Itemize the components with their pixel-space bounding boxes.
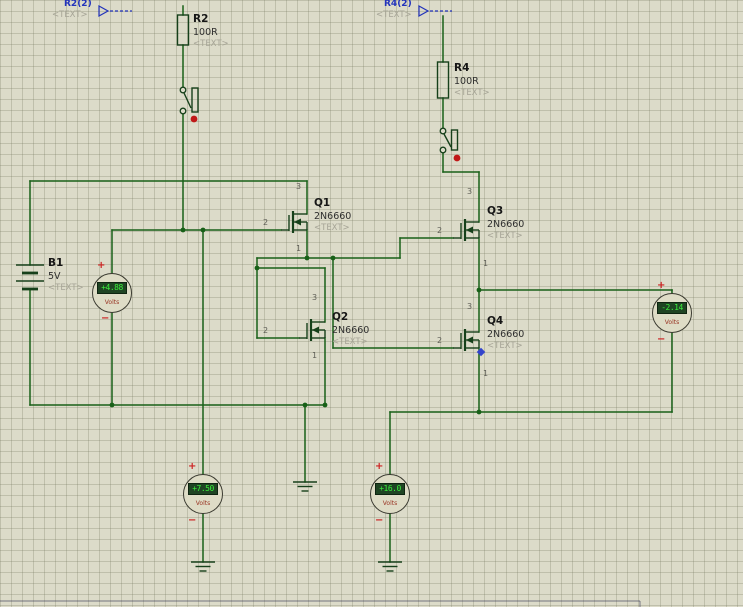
q1-pin-number: 2 [263, 218, 269, 227]
voltmeter-unit: Volts [104, 299, 120, 306]
q3-pin-number: 3 [467, 187, 473, 196]
ground-symbol[interactable] [377, 561, 403, 572]
voltmeter-unit: Volts [664, 319, 680, 326]
plus-terminal-mark: + [375, 461, 384, 472]
r2-value: 100R [193, 27, 218, 38]
probe-arrow-icon [98, 4, 110, 18]
voltage-probe-r2[interactable] [98, 4, 132, 18]
q1-value: 2N6660 [314, 211, 352, 222]
r4-ref: R4 [454, 62, 470, 74]
origin-marker [476, 347, 486, 357]
q1-ref: Q1 [314, 197, 331, 209]
probe-label-r2: R2(2) [64, 0, 92, 9]
minus-terminal-mark: − [375, 515, 384, 526]
resistor-r2-symbol[interactable] [176, 14, 190, 46]
junction-dot [476, 409, 482, 415]
q1-pin-number: 3 [296, 182, 302, 191]
q2-pin-number: 3 [312, 293, 318, 302]
switch-body[interactable] [450, 129, 459, 151]
minus-terminal-mark: − [188, 515, 197, 526]
r4-value: 100R [454, 76, 479, 87]
probe-label-r4: R4(2) [384, 0, 412, 9]
voltmeter-battery[interactable]: +4.88 Volts [92, 273, 132, 313]
q2-placeholder: <TEXT> [332, 337, 368, 347]
probe-placeholder: <TEXT> [52, 10, 88, 20]
ground-symbol[interactable] [292, 481, 318, 492]
q2-value: 2N6660 [332, 325, 370, 336]
mosfet-q1-symbol[interactable] [279, 209, 309, 235]
junction-dot [322, 402, 328, 408]
voltmeter-right[interactable]: -2.14 Volts [652, 293, 692, 333]
switch-body[interactable] [191, 87, 199, 113]
q3-value: 2N6660 [487, 219, 525, 230]
plus-terminal-mark: + [97, 260, 106, 271]
schematic-canvas[interactable]: R2(2) <TEXT> R4(2) <TEXT> R2 100R <TEXT>… [0, 0, 743, 607]
q3-ref: Q3 [487, 205, 504, 217]
junction-dot [109, 402, 115, 408]
mosfet-q3-symbol[interactable] [451, 217, 481, 243]
voltmeter-mid[interactable]: +16.0 Volts [370, 474, 410, 514]
r2-ref: R2 [193, 13, 209, 25]
q3-pin-number: 2 [437, 226, 443, 235]
q1-placeholder: <TEXT> [314, 223, 350, 233]
voltmeter-unit: Volts [195, 500, 211, 507]
ground-symbol[interactable] [190, 561, 216, 572]
q4-value: 2N6660 [487, 329, 525, 340]
switch-lever[interactable] [443, 133, 452, 148]
switch-contact[interactable] [179, 86, 187, 94]
q4-placeholder: <TEXT> [487, 341, 523, 351]
q4-pin-number: 1 [483, 369, 489, 378]
minus-terminal-mark: − [101, 313, 110, 324]
resistor-r4-symbol[interactable] [436, 61, 450, 99]
q3-placeholder: <TEXT> [487, 231, 523, 241]
b1-placeholder: <TEXT> [48, 283, 84, 293]
junction-dot [180, 227, 186, 233]
b1-value: 5V [48, 271, 61, 282]
q2-ref: Q2 [332, 311, 349, 323]
junction-dot [330, 255, 336, 261]
plus-terminal-mark: + [188, 461, 197, 472]
q4-pin-number: 2 [437, 336, 443, 345]
q4-ref: Q4 [487, 315, 504, 327]
voltmeter-display: +16.0 [375, 483, 405, 495]
switch-lever[interactable] [183, 92, 192, 109]
q2-pin-number: 2 [263, 326, 269, 335]
voltmeter-display: +7.50 [188, 483, 218, 495]
q3-pin-number: 1 [483, 259, 489, 268]
voltmeter-display: -2.14 [657, 302, 687, 314]
mosfet-q4-symbol[interactable] [451, 327, 481, 353]
q4-pin-number: 3 [467, 302, 473, 311]
probe-arrow-icon [418, 4, 430, 18]
junction-dot [476, 287, 482, 293]
battery-b1-symbol[interactable] [16, 264, 44, 291]
probe-placeholder: <TEXT> [376, 10, 412, 20]
junction-dot [304, 255, 310, 261]
junction-dot [200, 227, 206, 233]
plus-terminal-mark: + [657, 280, 666, 291]
voltmeter-left[interactable]: +7.50 Volts [183, 474, 223, 514]
q2-pin-number: 1 [312, 351, 318, 360]
junctions [109, 227, 482, 415]
voltmeter-unit: Volts [382, 500, 398, 507]
b1-ref: B1 [48, 257, 64, 269]
r2-placeholder: <TEXT> [193, 39, 229, 49]
minus-terminal-mark: − [657, 334, 666, 345]
switch-contact[interactable] [439, 146, 447, 154]
switch-contact[interactable] [179, 107, 187, 115]
junction-dot [254, 265, 260, 271]
mosfet-q2-symbol[interactable] [297, 317, 327, 343]
r4-placeholder: <TEXT> [454, 88, 490, 98]
voltage-probe-r4[interactable] [418, 4, 452, 18]
unconnected-pin-marker [190, 115, 198, 123]
voltmeter-display: +4.88 [97, 282, 127, 294]
q1-pin-number: 1 [296, 244, 302, 253]
junction-dot [302, 402, 308, 408]
unconnected-pin-marker [453, 154, 461, 162]
switch-contact[interactable] [439, 127, 447, 135]
